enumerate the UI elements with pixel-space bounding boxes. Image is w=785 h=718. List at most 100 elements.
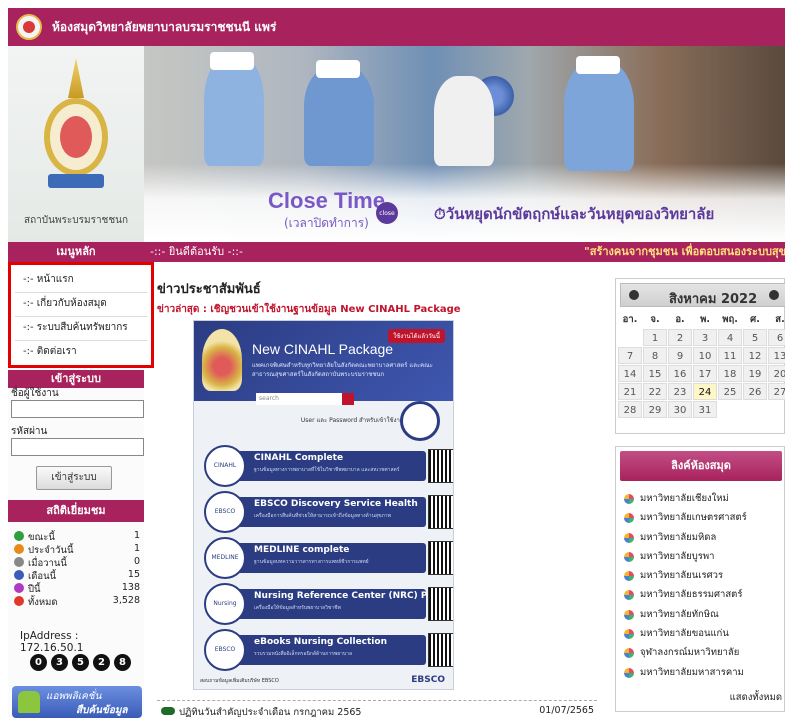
- weekday-header: พ.: [700, 314, 710, 325]
- calendar-day[interactable]: 9: [668, 347, 692, 364]
- poster-title: New CINAHL Package: [252, 341, 394, 357]
- calendar-day[interactable]: 13: [768, 347, 785, 364]
- calendar-day[interactable]: 31: [693, 401, 717, 418]
- library-link[interactable]: มหาวิทยาลัยธรรมศาสตร์: [624, 585, 747, 604]
- database-row: MEDLINE MEDLINE complete ฐานข้อมูลบทความว…: [204, 537, 453, 579]
- menu-item-about[interactable]: -:- เกี่ยวกับห้องสมุด: [15, 293, 147, 317]
- calendar-day[interactable]: 25: [718, 383, 742, 400]
- calendar-month: สิงหาคม 2022: [669, 292, 758, 307]
- library-link[interactable]: จุฬาลงกรณ์มหาวิทยาลัย: [624, 643, 747, 662]
- library-link[interactable]: มหาวิทยาลัยเกษตรศาสตร์: [624, 508, 747, 527]
- calendar-day[interactable]: 5: [743, 329, 767, 346]
- calendar-day[interactable]: 8: [643, 347, 667, 364]
- calendar-day[interactable]: 14: [618, 365, 642, 382]
- stat-dot-icon: [14, 570, 24, 580]
- calendar-day[interactable]: 19: [743, 365, 767, 382]
- calendar-day[interactable]: 27: [768, 383, 785, 400]
- calendar-day[interactable]: 16: [668, 365, 692, 382]
- calendar-day[interactable]: 10: [693, 347, 717, 364]
- visitor-stats: ขณะนี้ 1 ประจำวันนี้ 1 เมื่อวานนี้ 0 เดือนน…: [8, 530, 144, 608]
- calendar-widget: สิงหาคม 2022 อา. จ. อ. พ. พฤ. ศ. ส. 1 2 3 4 5 6 7 8 9 10…: [615, 278, 785, 434]
- bullet-icon: [624, 551, 634, 562]
- bullet-icon: [624, 667, 634, 678]
- calendar-day[interactable]: 22: [643, 383, 667, 400]
- site-title[interactable]: ห้องสมุดวิทยาลัยพยาบาลบรมราชชนนี แพร่: [52, 18, 276, 37]
- calendar-header: สิงหาคม 2022: [620, 283, 785, 307]
- library-link[interactable]: มหาวิทยาลัยบูรพา: [624, 547, 747, 566]
- news-list-item[interactable]: ปฏิทินวันสำคัญประจำเดือน กรกฎาคม 2565 01…: [157, 700, 597, 718]
- college-logo-icon[interactable]: [16, 14, 42, 40]
- menu-item-search-resources[interactable]: -:- ระบบสืบค้นทรัพยากร: [15, 317, 147, 341]
- weekday-header: ส.: [775, 314, 785, 325]
- welcome-text: -::- ยินดีต้อนรับ -::-: [150, 245, 243, 258]
- poster-subtitle: แพคเกจพิเศษสำหรับทุกวิทยาลัยในสังกัดคณะพ…: [252, 362, 433, 378]
- main-menu-heading: เมนูหลัก: [56, 245, 96, 258]
- qr-code-icon: [428, 449, 453, 483]
- weekday-header: ศ.: [750, 314, 760, 325]
- main-menu: -:- หน้าแรก -:- เกี่ยวกับห้องสมุด -:- ระ…: [8, 262, 154, 368]
- library-links-list: มหาวิทยาลัยเชียงใหม่ มหาวิทยาลัยเกษตรศาส…: [624, 489, 747, 682]
- bullet-icon: [624, 609, 634, 620]
- calendar-day[interactable]: 28: [618, 401, 642, 418]
- library-link[interactable]: มหาวิทยาลัยเชียงใหม่: [624, 489, 747, 508]
- app-download-banner[interactable]: แอพพลิเคชั่น สืบค้นข้อมูล: [12, 686, 142, 718]
- news-item-title[interactable]: ปฏิทินวันสำคัญประจำเดือน กรกฎาคม 2565: [179, 705, 361, 718]
- library-link[interactable]: มหาวิทยาลัยนเรศวร: [624, 566, 747, 585]
- calendar-day[interactable]: 12: [743, 347, 767, 364]
- calendar-day[interactable]: 7: [618, 347, 642, 364]
- bullet-icon: [624, 513, 634, 524]
- calendar-day[interactable]: 21: [618, 383, 642, 400]
- database-row: CINAHL CINAHL Complete ฐานข้อมูลทางการพยา…: [204, 445, 453, 487]
- calendar-day[interactable]: 26: [743, 383, 767, 400]
- calendar-day[interactable]: 1: [643, 329, 667, 346]
- bullet-icon: [624, 648, 634, 659]
- password-input[interactable]: [11, 438, 144, 456]
- calendar-blank: [618, 329, 642, 346]
- bullet-icon: [624, 532, 634, 543]
- cinahl-poster[interactable]: ใช้งานได้แล้ววันนี้ New CINAHL Package แ…: [193, 320, 454, 690]
- calendar-day[interactable]: 20: [768, 365, 785, 382]
- menu-item-contact[interactable]: -:- ติดต่อเรา: [15, 341, 147, 365]
- stat-dot-icon: [14, 596, 24, 606]
- bullet-icon: [624, 629, 634, 640]
- header-banner: สถาบันพระบรมราชชนก Close Time (เวลาปิดทำ…: [8, 46, 785, 242]
- available-badge: ใช้งานได้แล้ววันนี้: [388, 329, 445, 343]
- news-heading: ข่าวประชาสัมพันธ์: [157, 282, 261, 297]
- calendar-today[interactable]: 24: [693, 383, 717, 400]
- calendar-day[interactable]: 2: [668, 329, 692, 346]
- prev-month-icon[interactable]: [629, 290, 639, 300]
- crest-panel: สถาบันพระบรมราชชนก: [8, 46, 144, 242]
- institute-logo-icon: [400, 401, 440, 441]
- library-links-panel: ลิงค์ห้องสมุด มหาวิทยาลัยเชียงใหม่ มหาวิ…: [615, 446, 785, 712]
- next-month-icon[interactable]: [769, 290, 779, 300]
- latest-news-link[interactable]: ข่าวล่าสุด : เชิญชวนเข้าใช้งานฐานข้อมูล …: [157, 302, 461, 317]
- left-sidebar: -:- หน้าแรก -:- เกี่ยวกับห้องสมุด -:- ระ…: [8, 262, 154, 718]
- password-label: รหัสผ่าน: [11, 426, 48, 437]
- username-input[interactable]: [11, 400, 144, 418]
- stat-dot-icon: [14, 531, 24, 541]
- calendar-day[interactable]: 23: [668, 383, 692, 400]
- calendar-day[interactable]: 15: [643, 365, 667, 382]
- calendar-day[interactable]: 17: [693, 365, 717, 382]
- show-all-links[interactable]: แสดงทั้งหมด: [730, 690, 782, 705]
- library-link[interactable]: มหาวิทยาลัยมหาสารคาม: [624, 663, 747, 682]
- calendar-day[interactable]: 4: [718, 329, 742, 346]
- search-icon: [342, 393, 354, 405]
- qr-code-icon: [428, 541, 453, 575]
- calendar-day[interactable]: 3: [693, 329, 717, 346]
- library-link[interactable]: มหาวิทยาลัยทักษิณ: [624, 605, 747, 624]
- library-links-heading: ลิงค์ห้องสมุด: [620, 451, 782, 481]
- library-link[interactable]: มหาวิทยาลัยขอนแก่น: [624, 624, 747, 643]
- stat-row: ปีนี้ 138: [8, 582, 144, 595]
- visitor-stats-heading: สถิติเยี่ยมชม: [8, 500, 144, 522]
- calendar-day[interactable]: 29: [643, 401, 667, 418]
- library-link[interactable]: มหาวิทยาลัยมหิดล: [624, 528, 747, 547]
- bullet-icon: [624, 571, 634, 582]
- calendar-day[interactable]: 30: [668, 401, 692, 418]
- menu-item-home[interactable]: -:- หน้าแรก: [15, 269, 147, 293]
- calendar-day[interactable]: 18: [718, 365, 742, 382]
- login-button[interactable]: เข้าสู่ระบบ: [36, 466, 112, 490]
- poster-credentials: User และ Password สำหรับเข้าใช้งาน: [300, 417, 404, 424]
- calendar-day[interactable]: 6: [768, 329, 785, 346]
- calendar-day[interactable]: 11: [718, 347, 742, 364]
